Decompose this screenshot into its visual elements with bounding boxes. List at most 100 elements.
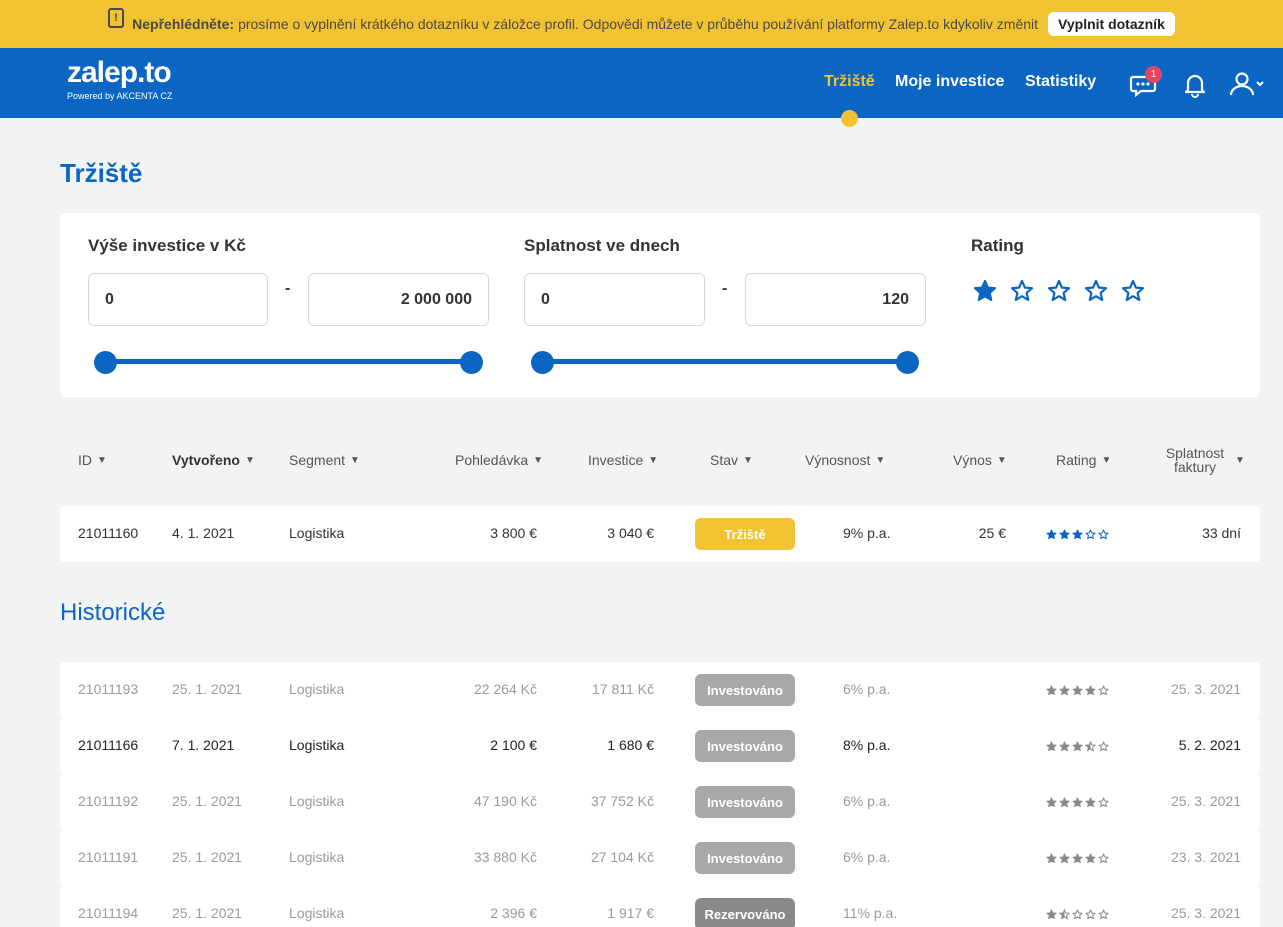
col-id[interactable]: ID ▼ xyxy=(78,452,107,468)
nav-my-investments[interactable]: Moje investice xyxy=(895,73,1004,91)
user-menu-icon[interactable] xyxy=(1228,70,1266,98)
status-badge: Tržiště xyxy=(695,518,795,550)
star-filled-icon xyxy=(1046,853,1057,864)
cell-segment: Logistika xyxy=(289,681,345,697)
nav-marketplace[interactable]: Tržiště xyxy=(824,73,875,91)
star-filled-icon xyxy=(1085,797,1096,808)
star-filled-icon xyxy=(1072,741,1083,752)
cell-yield: 6% p.a. xyxy=(843,849,891,865)
cell-investment: 17 811 Kč xyxy=(591,681,654,697)
logo-powered-by: Powered by AKCENTA CZ xyxy=(67,91,173,101)
star-half-icon xyxy=(1059,909,1070,920)
logo[interactable]: zalep.to Powered by AKCENTA CZ xyxy=(67,58,173,102)
bell-icon[interactable] xyxy=(1181,70,1209,98)
investment-slider-max-handle[interactable] xyxy=(460,351,483,374)
row-rating-stars xyxy=(1046,685,1109,696)
col-maturity[interactable]: Splatnost faktury ▼ xyxy=(1160,446,1245,474)
star-empty-icon xyxy=(1085,529,1096,540)
cell-created: 4. 1. 2021 xyxy=(172,525,235,541)
sort-icon: ▼ xyxy=(875,454,886,466)
cell-yield: 6% p.a. xyxy=(843,681,891,697)
cell-maturity: 25. 3. 2021 xyxy=(1170,681,1241,697)
cell-id: 21011191 xyxy=(78,849,139,865)
star-empty-icon xyxy=(1072,909,1083,920)
star-filled-icon xyxy=(1072,685,1083,696)
rating-filter-star-icon[interactable] xyxy=(973,279,997,303)
maturity-max-input[interactable]: 120 xyxy=(745,273,926,326)
table-row[interactable]: 21011192 25. 1. 2021 Logistika 47 190 Kč 37 … xyxy=(60,774,1260,830)
cell-segment: Logistika xyxy=(289,525,345,541)
col-return[interactable]: Výnos ▼ xyxy=(953,452,1007,468)
star-filled-icon xyxy=(1059,685,1070,696)
star-empty-icon xyxy=(1098,741,1109,752)
col-claim[interactable]: Pohledávka ▼ xyxy=(455,452,543,468)
warning-icon: ! xyxy=(108,8,125,28)
row-rating-stars xyxy=(1046,853,1109,864)
maturity-slider-track[interactable] xyxy=(542,359,908,364)
rating-filter-star-icon[interactable] xyxy=(1084,279,1108,303)
maturity-slider-min-handle[interactable] xyxy=(531,351,554,374)
cell-return: 25 € xyxy=(978,525,1006,541)
sort-icon: ▼ xyxy=(1235,454,1245,466)
cell-created: 25. 1. 2021 xyxy=(172,681,243,697)
status-badge: Rezervováno xyxy=(695,898,795,927)
cell-id: 21011160 xyxy=(78,525,139,541)
table-row[interactable]: 21011191 25. 1. 2021 Logistika 33 880 Kč 27 … xyxy=(60,830,1260,886)
row-rating-stars xyxy=(1046,909,1109,920)
table-row[interactable]: 21011194 25. 1. 2021 Logistika 2 396 € 1 917… xyxy=(60,886,1260,927)
nav-statistics[interactable]: Statistiky xyxy=(1025,73,1096,91)
maturity-filter-label: Splatnost ve dnech xyxy=(524,236,680,255)
fill-questionnaire-button[interactable]: Vyplnit dotazník xyxy=(1048,12,1175,36)
cell-created: 25. 1. 2021 xyxy=(172,849,243,865)
investment-min-input[interactable]: 0 xyxy=(88,273,268,326)
row-rating-stars xyxy=(1046,797,1109,808)
active-nav-indicator xyxy=(841,110,858,127)
table-row[interactable]: 21011193 25. 1. 2021 Logistika 22 264 Kč 17 … xyxy=(60,662,1260,718)
star-filled-icon xyxy=(1072,529,1083,540)
cell-yield: 9% p.a. xyxy=(843,525,891,541)
maturity-min-input[interactable]: 0 xyxy=(524,273,705,326)
star-empty-icon xyxy=(1098,529,1109,540)
maturity-range-dash: - xyxy=(722,280,728,297)
status-badge: Investováno xyxy=(695,730,795,762)
col-investment[interactable]: Investice ▼ xyxy=(588,452,658,468)
cell-claim: 47 190 Kč xyxy=(473,793,537,809)
star-filled-icon xyxy=(1072,853,1083,864)
cell-yield: 6% p.a. xyxy=(843,793,891,809)
investment-range-dash: - xyxy=(285,280,291,297)
investment-max-input[interactable]: 2 000 000 xyxy=(308,273,489,326)
investment-slider-min-handle[interactable] xyxy=(94,351,117,374)
sort-icon: ▼ xyxy=(350,454,360,466)
star-filled-icon xyxy=(1085,685,1096,696)
row-rating-stars xyxy=(1046,529,1109,540)
status-badge: Investováno xyxy=(695,842,795,874)
cell-id: 21011194 xyxy=(78,905,139,921)
cell-maturity: 33 dní xyxy=(1202,525,1241,541)
investment-slider-track[interactable] xyxy=(105,359,471,364)
rating-filter-star-icon[interactable] xyxy=(1047,279,1071,303)
cell-maturity: 25. 3. 2021 xyxy=(1170,793,1241,809)
maturity-slider-max-handle[interactable] xyxy=(896,351,919,374)
rating-filter-star-icon[interactable] xyxy=(1121,279,1145,303)
col-status[interactable]: Stav ▼ xyxy=(710,452,753,468)
cell-investment: 37 752 Kč xyxy=(590,793,654,809)
star-filled-icon xyxy=(1059,853,1070,864)
cell-investment: 1 917 € xyxy=(607,905,654,921)
cell-maturity: 5. 2. 2021 xyxy=(1178,737,1241,753)
cell-segment: Logistika xyxy=(289,737,345,753)
table-row[interactable]: 21011166 7. 1. 2021 Logistika 2 100 € 1 680 … xyxy=(60,718,1260,774)
col-yield[interactable]: Výnosnost ▼ xyxy=(805,452,885,468)
table-row[interactable]: 21011160 4. 1. 2021 Logistika 3 800 € 3 040 … xyxy=(60,506,1260,562)
rating-filter-star-icon[interactable] xyxy=(1010,279,1034,303)
star-empty-icon xyxy=(1085,909,1096,920)
cell-segment: Logistika xyxy=(289,849,345,865)
col-rating[interactable]: Rating ▼ xyxy=(1056,452,1111,468)
col-segment[interactable]: Segment ▼ xyxy=(289,452,360,468)
star-filled-icon xyxy=(1059,797,1070,808)
notice-text: prosíme o vyplnění krátkého dotazníku v … xyxy=(238,16,1039,32)
sort-icon: ▼ xyxy=(996,454,1007,466)
sort-icon: ▼ xyxy=(97,454,107,466)
star-half-icon xyxy=(1085,741,1096,752)
cell-claim: 2 396 € xyxy=(490,905,537,921)
col-created[interactable]: Vytvořeno ▼ xyxy=(172,452,255,468)
